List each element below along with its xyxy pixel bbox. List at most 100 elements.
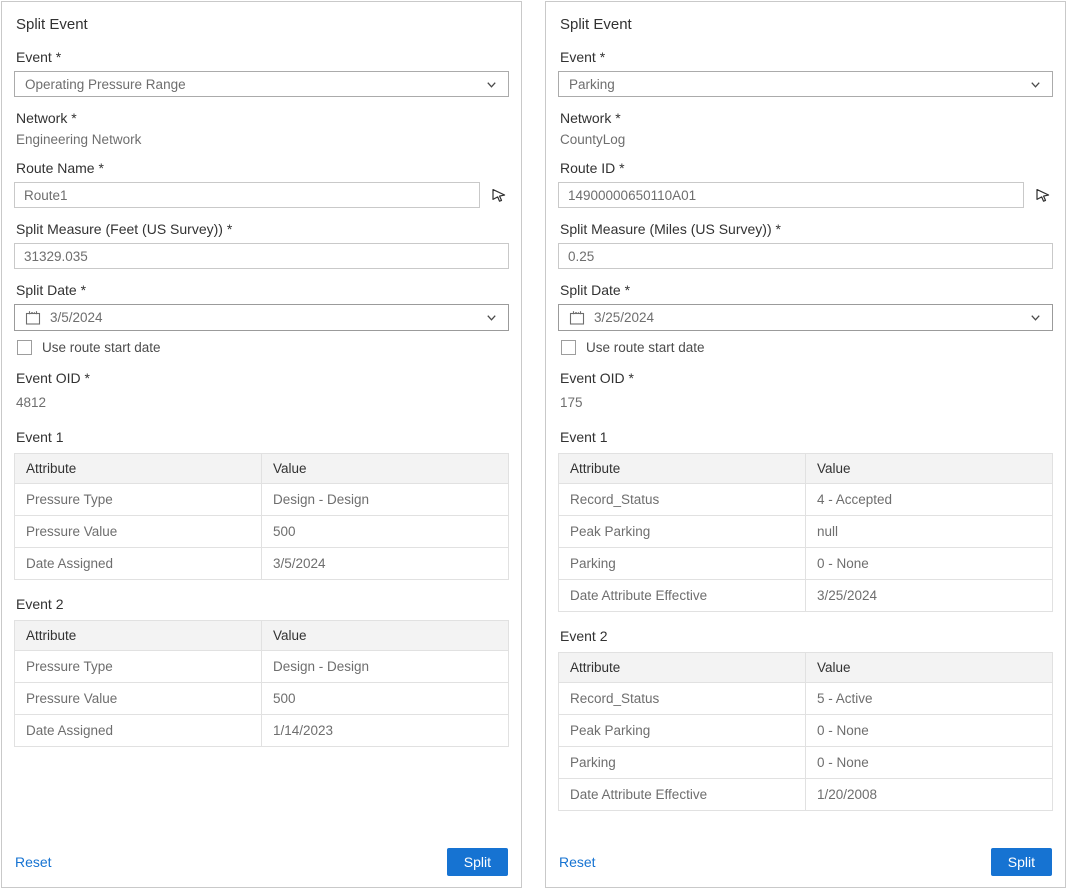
split-event-panel-left: Split Event Event * Operating Pressure R… xyxy=(1,1,522,888)
table-row: Record_Status 5 - Active xyxy=(559,683,1053,715)
pick-route-cursor-icon[interactable] xyxy=(1033,185,1053,205)
table-row: Parking 0 - None xyxy=(559,548,1053,580)
page-title: Split Event xyxy=(560,16,1053,33)
value-cell: 5 - Active xyxy=(806,683,1053,715)
event-select[interactable]: Operating Pressure Range xyxy=(14,71,509,97)
attribute-column-header: Attribute xyxy=(559,454,806,484)
value-cell: 1/14/2023 xyxy=(262,715,509,747)
network-field-group: Network * Engineering Network xyxy=(14,110,509,147)
split-measure-input[interactable] xyxy=(558,243,1053,269)
table-row: Parking 0 - None xyxy=(559,747,1053,779)
split-date-value: 3/5/2024 xyxy=(50,310,485,325)
event-oid-group: Event OID * 175 xyxy=(558,370,1053,410)
network-field-group: Network * CountyLog xyxy=(558,110,1053,147)
use-route-start-date-row: Use route start date xyxy=(561,340,1053,355)
value-cell: null xyxy=(806,516,1053,548)
event-2-table: Attribute Value Record_Status 5 - Active… xyxy=(558,652,1053,811)
table-header-row: Attribute Value xyxy=(15,621,509,651)
event-field-group: Event * Parking xyxy=(558,49,1053,97)
event-label: Event * xyxy=(560,49,1053,65)
attribute-cell: Date Attribute Effective xyxy=(559,580,806,612)
network-value: CountyLog xyxy=(560,132,1053,147)
calendar-icon xyxy=(25,310,41,326)
network-value: Engineering Network xyxy=(16,132,509,147)
value-column-header: Value xyxy=(806,653,1053,683)
route-label: Route Name * xyxy=(16,160,509,176)
event-select[interactable]: Parking xyxy=(558,71,1053,97)
event-1-table: Attribute Value Record_Status 4 - Accept… xyxy=(558,453,1053,612)
event-1-table: Attribute Value Pressure Type Design - D… xyxy=(14,453,509,580)
use-route-start-date-label: Use route start date xyxy=(42,340,161,355)
route-field-group: Route ID * xyxy=(558,160,1053,208)
attribute-column-header: Attribute xyxy=(559,653,806,683)
value-cell: 3/5/2024 xyxy=(262,548,509,580)
table-row: Peak Parking 0 - None xyxy=(559,715,1053,747)
value-cell: 4 - Accepted xyxy=(806,484,1053,516)
event-2-table: Attribute Value Pressure Type Design - D… xyxy=(14,620,509,747)
table-header-row: Attribute Value xyxy=(559,653,1053,683)
table-header-row: Attribute Value xyxy=(559,454,1053,484)
attribute-cell: Parking xyxy=(559,548,806,580)
route-input[interactable] xyxy=(558,182,1024,208)
split-measure-label: Split Measure (Miles (US Survey)) * xyxy=(560,221,1053,237)
value-cell: 0 - None xyxy=(806,747,1053,779)
value-cell: 500 xyxy=(262,683,509,715)
network-label: Network * xyxy=(560,110,1053,126)
event-oid-group: Event OID * 4812 xyxy=(14,370,509,410)
route-input[interactable] xyxy=(14,182,480,208)
table-row: Peak Parking null xyxy=(559,516,1053,548)
event-1-heading: Event 1 xyxy=(16,429,509,445)
split-button[interactable]: Split xyxy=(447,848,508,876)
split-date-select[interactable]: 3/25/2024 xyxy=(558,304,1053,331)
event-2-heading: Event 2 xyxy=(560,628,1053,644)
event-select-value: Parking xyxy=(569,77,615,92)
event-select-value: Operating Pressure Range xyxy=(25,77,186,92)
split-event-panel-right: Split Event Event * Parking Network * Co… xyxy=(545,1,1066,888)
value-cell: 0 - None xyxy=(806,548,1053,580)
attribute-cell: Pressure Type xyxy=(15,651,262,683)
split-measure-input[interactable] xyxy=(14,243,509,269)
event-oid-label: Event OID * xyxy=(560,370,1053,386)
attribute-cell: Record_Status xyxy=(559,683,806,715)
reset-button[interactable]: Reset xyxy=(559,854,596,870)
chevron-down-icon xyxy=(1029,78,1042,91)
use-route-start-date-checkbox[interactable] xyxy=(561,340,576,355)
table-header-row: Attribute Value xyxy=(15,454,509,484)
table-row: Pressure Value 500 xyxy=(15,516,509,548)
table-row: Pressure Type Design - Design xyxy=(15,484,509,516)
event-field-group: Event * Operating Pressure Range xyxy=(14,49,509,97)
use-route-start-date-row: Use route start date xyxy=(17,340,509,355)
date-field-group: Split Date * 3/25/2024 xyxy=(558,282,1053,331)
use-route-start-date-checkbox[interactable] xyxy=(17,340,32,355)
split-button[interactable]: Split xyxy=(991,848,1052,876)
attribute-cell: Pressure Value xyxy=(15,516,262,548)
table-row: Date Assigned 3/5/2024 xyxy=(15,548,509,580)
chevron-down-icon xyxy=(1029,311,1042,324)
chevron-down-icon xyxy=(485,311,498,324)
attribute-column-header: Attribute xyxy=(15,621,262,651)
attribute-cell: Peak Parking xyxy=(559,516,806,548)
table-row: Date Attribute Effective 1/20/2008 xyxy=(559,779,1053,811)
attribute-cell: Date Attribute Effective xyxy=(559,779,806,811)
attribute-cell: Record_Status xyxy=(559,484,806,516)
table-row: Date Assigned 1/14/2023 xyxy=(15,715,509,747)
value-column-header: Value xyxy=(262,621,509,651)
attribute-cell: Peak Parking xyxy=(559,715,806,747)
split-event-panels: Split Event Event * Operating Pressure R… xyxy=(0,0,1067,889)
reset-button[interactable]: Reset xyxy=(15,854,52,870)
route-label: Route ID * xyxy=(560,160,1053,176)
split-date-select[interactable]: 3/5/2024 xyxy=(14,304,509,331)
value-cell: 0 - None xyxy=(806,715,1053,747)
value-cell: Design - Design xyxy=(262,651,509,683)
network-label: Network * xyxy=(16,110,509,126)
value-cell: Design - Design xyxy=(262,484,509,516)
value-column-header: Value xyxy=(262,454,509,484)
event-oid-value: 175 xyxy=(560,395,1053,410)
pick-route-cursor-icon[interactable] xyxy=(489,185,509,205)
value-cell: 500 xyxy=(262,516,509,548)
route-field-group: Route Name * xyxy=(14,160,509,208)
chevron-down-icon xyxy=(485,78,498,91)
event-oid-value: 4812 xyxy=(16,395,509,410)
split-measure-label: Split Measure (Feet (US Survey)) * xyxy=(16,221,509,237)
table-row: Date Attribute Effective 3/25/2024 xyxy=(559,580,1053,612)
